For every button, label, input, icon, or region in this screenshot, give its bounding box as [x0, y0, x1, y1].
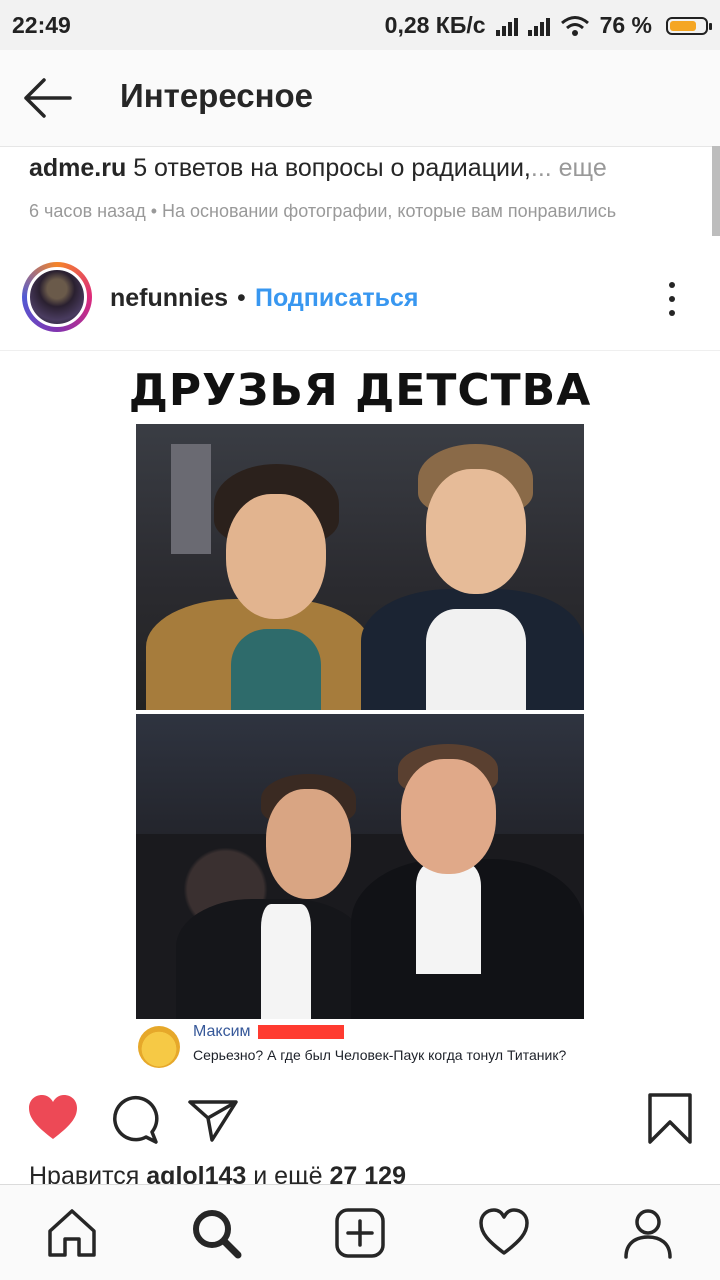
post-actions: [0, 1080, 720, 1160]
notice-caption: 5 ответов на вопросы о радиации,: [126, 154, 531, 182]
person-face: [226, 494, 326, 619]
wifi-icon: [560, 15, 589, 36]
person-face: [266, 789, 351, 899]
commenter-avatar: [138, 1026, 180, 1068]
person-face: [401, 759, 496, 874]
save-button[interactable]: [644, 1092, 698, 1146]
redacted-surname: [258, 1025, 344, 1039]
battery-percent: 76 %: [599, 12, 652, 38]
nav-home[interactable]: [44, 1205, 100, 1261]
separator-dot: •: [237, 284, 246, 312]
bottom-nav: [0, 1184, 720, 1280]
nav-add-post[interactable]: [332, 1205, 388, 1261]
share-button[interactable]: [186, 1092, 240, 1146]
meme-comment: Максим Серьезно? А где был Человек-Паук …: [136, 1021, 584, 1071]
like-button[interactable]: [26, 1092, 80, 1146]
story-ring[interactable]: [22, 262, 92, 332]
photo-adult: [136, 714, 584, 1019]
battery-level: [670, 20, 696, 31]
person-figure: [426, 609, 526, 710]
top-header: Интересное: [0, 50, 720, 147]
background-sign: [171, 444, 211, 554]
post-header: nefunnies • Подписаться: [0, 252, 720, 351]
status-bar: 22:49 0,28 КБ/с 76 %: [0, 0, 720, 50]
search-icon: [193, 1210, 242, 1259]
photo-childhood: [136, 424, 584, 710]
arrow-left-icon: [24, 78, 72, 118]
send-icon: [188, 1100, 238, 1142]
heart-filled-icon: [29, 1095, 77, 1139]
battery-icon: [666, 16, 712, 35]
nav-search[interactable]: [188, 1205, 244, 1261]
home-icon: [48, 1209, 96, 1257]
back-button[interactable]: [18, 72, 78, 124]
person-face: [426, 469, 526, 594]
notice-text: adme.ru 5 ответов на вопросы о радиации,…: [29, 154, 607, 183]
notice-source[interactable]: adme.ru: [29, 154, 126, 182]
nav-profile[interactable]: [620, 1205, 676, 1261]
comment-text: Серьезно? А где был Человек-Паук когда т…: [193, 1047, 567, 1063]
commenter-name: Максим: [193, 1023, 251, 1040]
avatar[interactable]: [27, 267, 87, 327]
activity-heart-icon: [479, 1208, 529, 1255]
person-figure: [261, 904, 311, 1019]
add-post-icon: [335, 1208, 385, 1258]
page-title: Интересное: [120, 77, 314, 114]
meme-title: ДРУЗЬЯ ДЕТСТВА: [128, 365, 592, 416]
comment-button[interactable]: [108, 1092, 162, 1146]
comment-icon: [113, 1095, 159, 1144]
status-time: 22:49: [12, 12, 71, 38]
scrollbar[interactable]: [712, 146, 720, 236]
nav-activity[interactable]: [476, 1205, 532, 1261]
post-image[interactable]: ДРУЗЬЯ ДЕТСТВА Максим Серьезно? А где бы…: [0, 351, 720, 1077]
screen: 22:49 0,28 КБ/с 76 % Интересное adme.ru …: [0, 0, 720, 1280]
recommendation-notice[interactable]: adme.ru 5 ответов на вопросы о радиации,…: [0, 146, 720, 246]
profile-icon: [624, 1209, 672, 1259]
post-username[interactable]: nefunnies: [110, 284, 228, 313]
notice-more-link[interactable]: ... еще: [531, 154, 607, 182]
status-indicators: 0,28 КБ/с 76 %: [384, 12, 712, 39]
person-figure: [231, 629, 321, 710]
follow-button[interactable]: Подписаться: [255, 284, 418, 313]
more-vertical-icon[interactable]: [658, 280, 686, 318]
notice-meta: 6 часов назад • На основании фотографии,…: [29, 201, 617, 221]
signal-icon: [495, 16, 518, 36]
person-figure: [416, 864, 481, 974]
network-speed: 0,28 КБ/с: [384, 12, 486, 38]
bookmark-icon: [648, 1093, 692, 1144]
signal-icon-2: [527, 16, 550, 36]
